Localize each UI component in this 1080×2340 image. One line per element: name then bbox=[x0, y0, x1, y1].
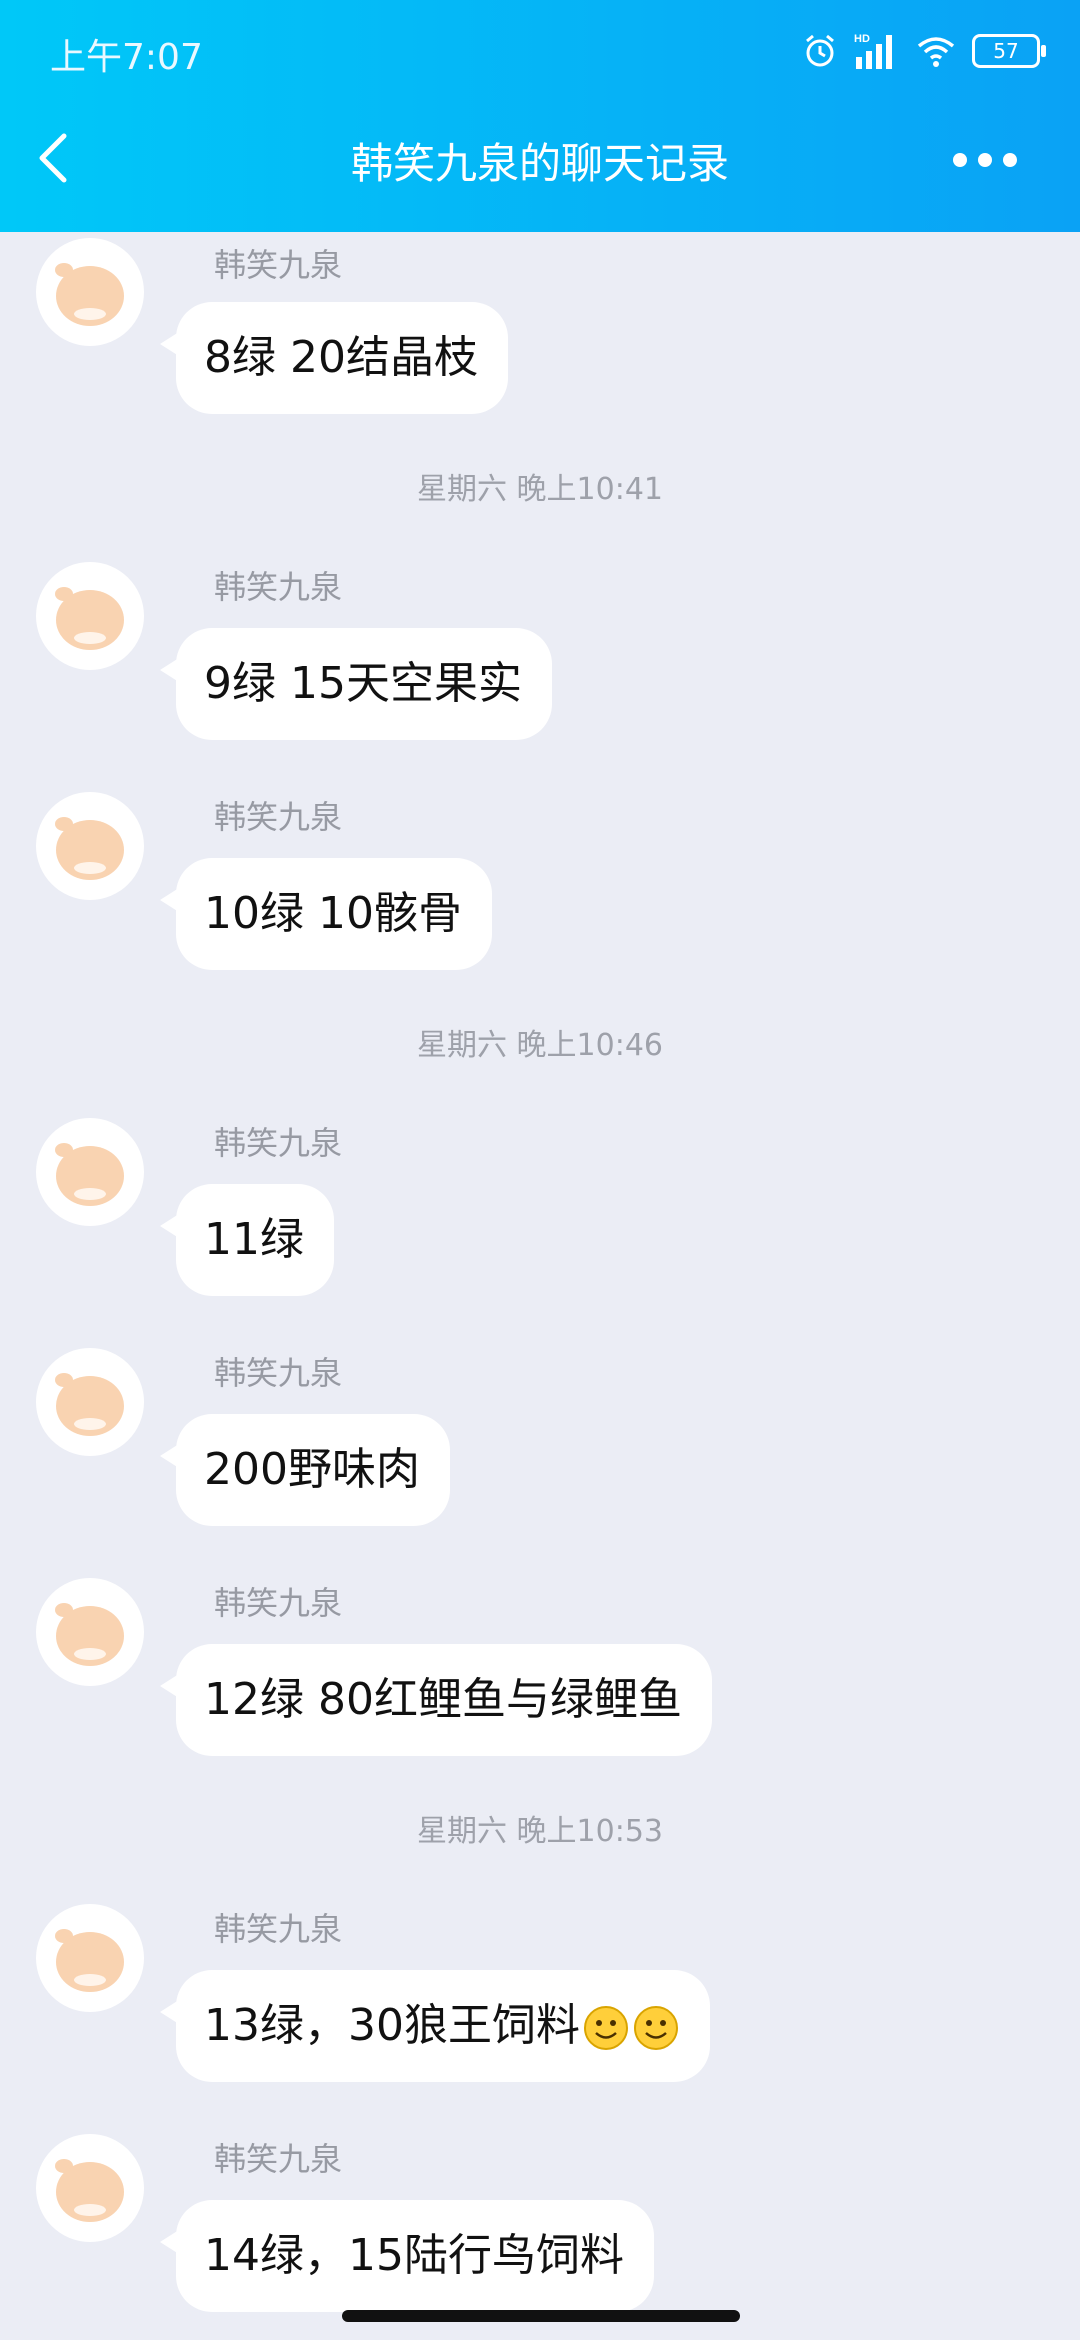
message-text: 13绿，30狼王饲料 bbox=[204, 2000, 580, 2051]
chat-history[interactable]: 韩笑九泉 8绿 20结晶枝 星期六 晚上10:41 韩笑九泉 9绿 15天空果实… bbox=[0, 232, 1080, 2312]
sender-name: 韩笑九泉 bbox=[214, 798, 343, 836]
avatar[interactable] bbox=[36, 792, 144, 900]
message-bubble[interactable]: 9绿 15天空果实 bbox=[160, 628, 552, 740]
battery-icon: 57 bbox=[972, 34, 1046, 68]
avatar[interactable] bbox=[36, 2134, 144, 2242]
timestamp: 星期六 晚上10:53 bbox=[417, 1814, 663, 1849]
avatar[interactable] bbox=[36, 238, 144, 346]
message-bubble[interactable]: 13绿，30狼王饲料 bbox=[160, 1970, 710, 2082]
status-time: 上午7:07 bbox=[50, 37, 203, 78]
wifi-icon bbox=[917, 37, 955, 67]
hamster-avatar-icon bbox=[55, 263, 124, 326]
avatar[interactable] bbox=[36, 1578, 144, 1686]
more-dots-icon bbox=[953, 153, 1017, 167]
avatar[interactable] bbox=[36, 1348, 144, 1456]
hamster-avatar-icon bbox=[55, 1373, 124, 1436]
message-bubble[interactable]: 11绿 bbox=[160, 1184, 334, 1296]
sender-name: 韩笑九泉 bbox=[214, 1124, 343, 1162]
sender-name: 韩笑九泉 bbox=[214, 2140, 343, 2178]
home-indicator[interactable] bbox=[342, 2310, 740, 2322]
smile-emoji-icon bbox=[633, 2006, 678, 2050]
sender-name: 韩笑九泉 bbox=[214, 568, 343, 606]
page-title: 韩笑九泉的聊天记录 bbox=[350, 139, 729, 188]
avatar[interactable] bbox=[36, 1904, 144, 2012]
message-bubble[interactable]: 8绿 20结晶枝 bbox=[160, 302, 508, 414]
hamster-avatar-icon bbox=[55, 1603, 124, 1666]
message-bubble[interactable]: 200野味肉 bbox=[160, 1414, 450, 1526]
status-icons: HD 57 bbox=[802, 28, 1046, 74]
message-bubble[interactable]: 12绿 80红鲤鱼与绿鲤鱼 bbox=[160, 1644, 712, 1756]
sender-name: 韩笑九泉 bbox=[214, 1910, 343, 1948]
avatar[interactable] bbox=[36, 562, 144, 670]
sender-name: 韩笑九泉 bbox=[214, 1584, 343, 1622]
timestamp: 星期六 晚上10:46 bbox=[417, 1028, 663, 1063]
hamster-avatar-icon bbox=[55, 1143, 124, 1206]
message-bubble[interactable]: 10绿 10骸骨 bbox=[160, 858, 492, 970]
signal-icon: HD bbox=[854, 33, 892, 69]
hamster-avatar-icon bbox=[55, 2159, 124, 2222]
hamster-avatar-icon bbox=[55, 1929, 124, 1992]
hamster-avatar-icon bbox=[55, 817, 124, 880]
hamster-avatar-icon bbox=[55, 587, 124, 650]
svg-text:HD: HD bbox=[854, 33, 870, 45]
more-button[interactable] bbox=[950, 140, 1040, 186]
sender-name: 韩笑九泉 bbox=[214, 1354, 343, 1392]
smile-emoji-icon bbox=[583, 2006, 628, 2050]
avatar[interactable] bbox=[36, 1118, 144, 1226]
sender-name: 韩笑九泉 bbox=[214, 246, 343, 284]
alarm-icon bbox=[806, 34, 834, 67]
app-header: 上午7:07 HD 57 韩笑九泉的聊天记录 bbox=[0, 0, 1080, 232]
message-bubble[interactable]: 14绿，15陆行鸟饲料 bbox=[160, 2200, 654, 2312]
timestamp: 星期六 晚上10:41 bbox=[417, 472, 663, 507]
